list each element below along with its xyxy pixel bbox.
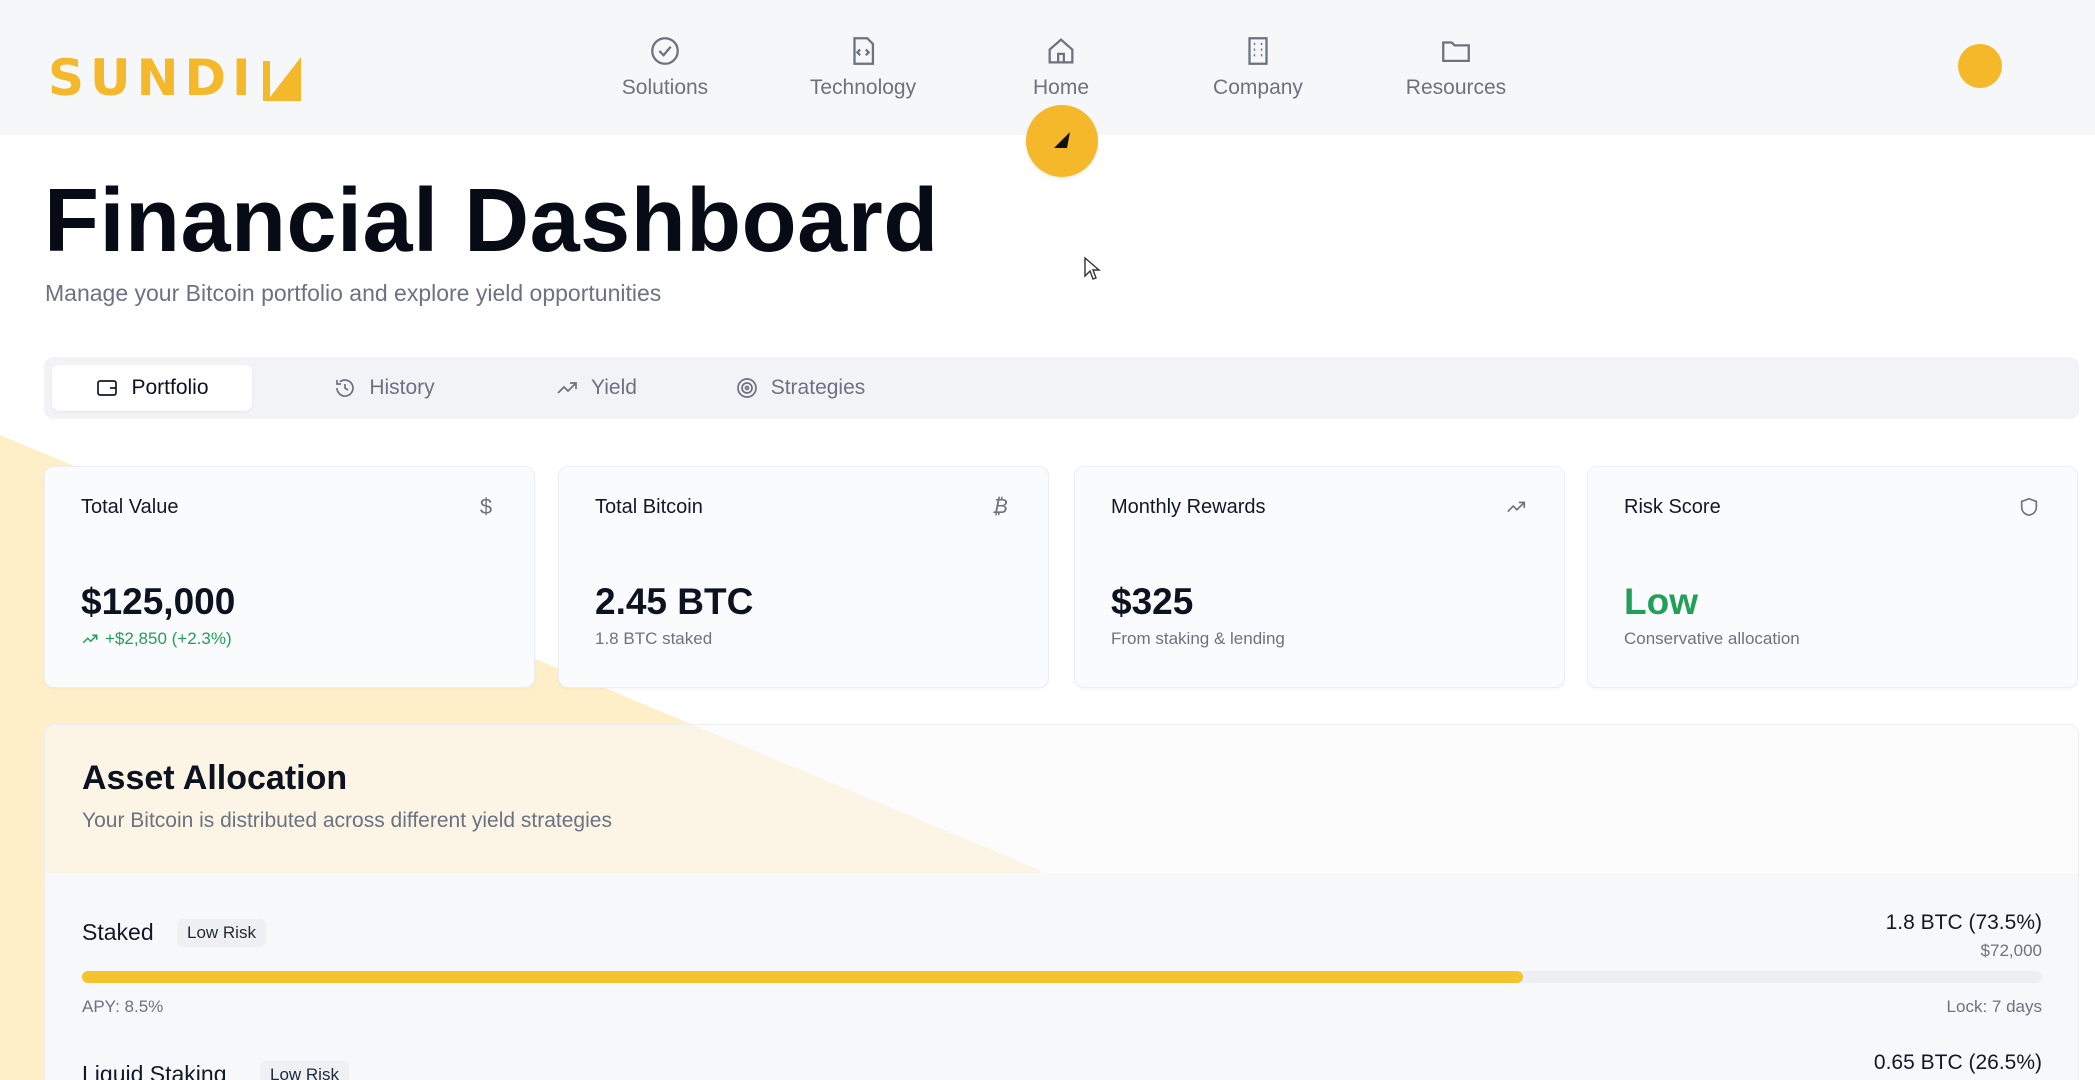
tab-portfolio[interactable]: Portfolio — [52, 365, 252, 411]
card-value: Low — [1624, 581, 1698, 622]
active-nav-indicator — [1026, 105, 1098, 177]
section-title: Asset Allocation — [82, 759, 348, 797]
card-sub-text: +$2,850 (+2.3%) — [105, 629, 232, 648]
main-nav: Solutions Technology Home Company Resour… — [0, 34, 2095, 104]
section-subtitle: Your Bitcoin is distributed across diffe… — [82, 809, 612, 832]
target-icon — [735, 376, 759, 400]
nav-item-home[interactable]: Home — [976, 34, 1146, 100]
allocation-list: Staked Low Risk 1.8 BTC (73.5%) $72,000 … — [45, 873, 2078, 1080]
card-monthly-rewards: Monthly Rewards $325 From staking & lend… — [1074, 466, 1565, 688]
nav-item-resources[interactable]: Resources — [1371, 34, 1541, 100]
nav-item-technology[interactable]: Technology — [778, 34, 948, 100]
folder-icon — [1371, 34, 1541, 70]
dashboard-tabs: Portfolio History Yield Strategies — [44, 357, 2079, 419]
trending-up-icon — [555, 376, 579, 400]
allocation-amount: 0.65 BTC (26.5%) — [1873, 1051, 2042, 1074]
tab-label: History — [369, 376, 435, 399]
nav-item-solutions[interactable]: Solutions — [580, 34, 750, 100]
card-sub-text: Conservative allocation — [1624, 629, 1800, 648]
tab-yield[interactable]: Yield — [496, 365, 696, 411]
card-title: Monthly Rewards — [1111, 495, 1266, 518]
history-icon — [333, 376, 357, 400]
card-risk-score: Risk Score Low Conservative allocation — [1587, 466, 2078, 688]
nav-item-company[interactable]: Company — [1173, 34, 1343, 100]
card-sub-text: 1.8 BTC staked — [595, 629, 713, 648]
asset-allocation-panel: Asset Allocation Your Bitcoin is distrib… — [44, 724, 2079, 1080]
tab-label: Strategies — [770, 376, 866, 399]
wallet-icon — [95, 376, 119, 400]
allocation-progress-track — [82, 971, 2042, 983]
bitcoin-icon: ₿ — [992, 495, 1008, 518]
allocation-progress-fill — [82, 971, 1523, 983]
tab-label: Portfolio — [131, 376, 209, 399]
nav-label: Resources — [1405, 76, 1507, 99]
allocation-name: Liquid Staking — [82, 1061, 227, 1080]
tab-history[interactable]: History — [284, 365, 484, 411]
risk-badge: Low Risk — [177, 919, 266, 947]
tab-label: Yield — [591, 376, 637, 399]
dollar-icon: $ — [479, 494, 493, 519]
allocation-lock: Lock: 7 days — [1946, 997, 2042, 1016]
risk-badge: Low Risk — [260, 1061, 349, 1080]
shield-icon — [2017, 495, 2041, 519]
arrow-cursor-icon — [1054, 132, 1070, 148]
trending-up-icon — [82, 634, 98, 644]
card-value: $125,000 — [81, 581, 236, 622]
card-title: Total Bitcoin — [595, 495, 703, 518]
allocation-apy: APY: 8.5% — [82, 997, 164, 1016]
code-file-icon — [778, 34, 948, 70]
tab-strategies[interactable]: Strategies — [680, 365, 920, 411]
mouse-pointer-icon — [1084, 256, 1101, 280]
card-change: +$2,850 (+2.3%) — [81, 629, 232, 649]
allocation-usd: $72,000 — [1980, 941, 2042, 960]
page-subtitle: Manage your Bitcoin portfolio and explor… — [45, 280, 662, 306]
card-value: 2.45 BTC — [595, 581, 754, 622]
nav-label: Solutions — [621, 76, 709, 99]
card-title: Risk Score — [1624, 495, 1721, 518]
card-total-value: Total Value $ $125,000 +$2,850 (+2.3%) — [44, 466, 535, 688]
card-title: Total Value — [81, 495, 179, 518]
nav-label: Home — [1032, 76, 1090, 99]
allocation-amount: 1.8 BTC (73.5%) — [1885, 911, 2042, 934]
check-badge-icon — [580, 34, 750, 70]
allocation-row-staked[interactable]: Staked Low Risk 1.8 BTC (73.5%) $72,000 … — [82, 911, 2042, 1057]
building-icon — [1173, 34, 1343, 70]
user-avatar[interactable] — [1958, 44, 2002, 88]
nav-label: Technology — [809, 76, 917, 99]
page-title: Financial Dashboard — [44, 171, 939, 271]
card-value: $325 — [1111, 581, 1194, 622]
card-total-bitcoin: Total Bitcoin ₿ 2.45 BTC 1.8 BTC staked — [558, 466, 1049, 688]
home-icon — [976, 34, 1146, 70]
trending-up-icon — [1504, 495, 1528, 519]
allocation-name: Staked — [82, 919, 154, 945]
allocation-row-liquid-staking[interactable]: Liquid Staking Low Risk 0.65 BTC (26.5%) — [82, 1051, 2042, 1080]
nav-label: Company — [1213, 76, 1303, 99]
card-sub-text: From staking & lending — [1111, 629, 1285, 648]
